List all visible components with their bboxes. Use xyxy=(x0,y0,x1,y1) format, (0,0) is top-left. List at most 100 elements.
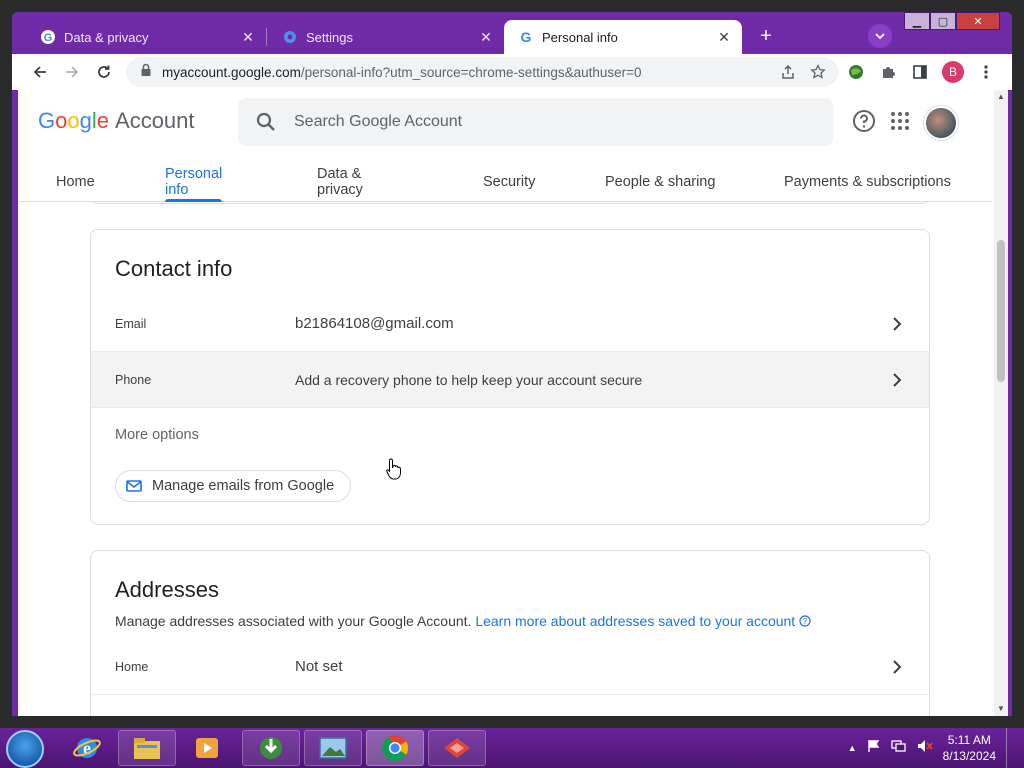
tab-strip: G Data & privacy ✕ Settings ✕ G Personal… xyxy=(12,12,1012,54)
photo-viewer-icon[interactable] xyxy=(304,730,362,766)
url-domain: myaccount.google.com xyxy=(162,64,301,80)
tab-search-button[interactable] xyxy=(868,24,892,48)
profile-avatar-button[interactable]: B xyxy=(942,61,964,83)
internet-explorer-icon[interactable]: e xyxy=(62,730,112,766)
tab-personal-info[interactable]: G Personal info ✕ xyxy=(504,20,742,54)
side-panel-icon[interactable] xyxy=(906,58,934,86)
logo-letter: o xyxy=(55,108,68,133)
share-icon[interactable] xyxy=(776,60,800,84)
show-hidden-icons-icon[interactable]: ▲ xyxy=(848,743,857,753)
svg-text:?: ? xyxy=(803,617,808,626)
google-g-icon: G xyxy=(40,29,56,45)
google-account-header: Google Account Search Google Account Hom… xyxy=(18,90,992,202)
account-avatar[interactable] xyxy=(924,106,958,140)
action-center-flag-icon[interactable] xyxy=(867,739,881,758)
manage-emails-label: Manage emails from Google xyxy=(152,478,335,494)
chevron-down-icon xyxy=(875,33,885,40)
reload-icon xyxy=(98,65,110,78)
addresses-card: Addresses Manage addresses associated wi… xyxy=(90,550,930,716)
google-g-icon: G xyxy=(518,29,534,45)
home-address-row[interactable]: Home Not set xyxy=(91,639,929,695)
close-window-button[interactable]: ✕ xyxy=(956,12,1000,30)
google-account-logo[interactable]: Google Account xyxy=(38,108,195,134)
tab-settings[interactable]: Settings ✕ xyxy=(268,20,504,54)
url-path: /personal-info?utm_source=chrome-setting… xyxy=(300,64,642,80)
tab-personal-info-nav[interactable]: Personal info xyxy=(165,162,223,202)
minimize-button[interactable]: ▁ xyxy=(904,12,930,30)
help-circle-icon[interactable]: ? xyxy=(799,614,811,630)
forward-button[interactable] xyxy=(58,58,86,86)
maximize-button[interactable]: ▢ xyxy=(930,12,956,30)
logo-letter: o xyxy=(67,108,80,133)
email-row[interactable]: Email b21864108@gmail.com xyxy=(91,296,929,352)
contact-info-card: Contact info Email b21864108@gmail.com P… xyxy=(90,229,930,525)
phone-row[interactable]: Phone Add a recovery phone to help keep … xyxy=(91,352,929,408)
media-player-icon[interactable] xyxy=(182,730,232,766)
page-scrollbar[interactable]: ▲ ▼ xyxy=(994,90,1008,716)
tab-home[interactable]: Home xyxy=(56,162,95,202)
address-bar[interactable]: myaccount.google.com/personal-info?utm_s… xyxy=(126,57,838,87)
tab-payments-subscriptions[interactable]: Payments & subscriptions xyxy=(784,162,984,202)
show-desktop-button[interactable] xyxy=(1006,728,1016,768)
system-clock[interactable]: 5:11 AM 8/13/2024 xyxy=(943,732,996,764)
tab-security[interactable]: Security xyxy=(483,162,535,202)
close-icon[interactable]: ✕ xyxy=(240,29,256,45)
svg-text:G: G xyxy=(44,32,53,44)
volume-muted-icon[interactable] xyxy=(917,739,933,758)
row-value: Add a recovery phone to help keep your a… xyxy=(295,371,643,388)
extension-globe-icon[interactable] xyxy=(842,58,870,86)
logo-letter: g xyxy=(79,108,92,133)
new-tab-button[interactable]: + xyxy=(754,24,778,48)
scroll-down-arrow-icon[interactable]: ▼ xyxy=(997,704,1005,713)
window-controls: ▁ ▢ ✕ xyxy=(904,12,1000,32)
scrollbar-thumb[interactable] xyxy=(997,240,1005,382)
lock-icon[interactable] xyxy=(140,63,152,82)
learn-more-link[interactable]: Learn more about addresses saved to your… xyxy=(475,613,795,629)
mail-icon xyxy=(126,480,142,492)
close-icon[interactable]: ✕ xyxy=(716,29,732,45)
page-viewport: Google Account Search Google Account Hom… xyxy=(18,90,1008,716)
file-explorer-icon[interactable] xyxy=(118,730,176,766)
logo-account-text: Account xyxy=(115,108,195,133)
search-placeholder: Search Google Account xyxy=(294,113,463,130)
nav-tab-label: Home xyxy=(56,174,95,190)
row-label: Home xyxy=(115,659,149,674)
help-icon[interactable] xyxy=(852,109,876,138)
menu-kebab-icon[interactable] xyxy=(972,58,1000,86)
extensions-puzzle-icon[interactable] xyxy=(874,58,902,86)
bookmark-star-icon[interactable] xyxy=(806,60,830,84)
more-options-label: More options xyxy=(115,427,199,443)
tab-people-sharing[interactable]: People & sharing xyxy=(605,162,745,202)
manage-emails-button[interactable]: Manage emails from Google xyxy=(115,470,352,502)
nav-tab-label: Data & privacy xyxy=(317,166,363,198)
nav-tab-label: People & sharing xyxy=(605,174,716,190)
system-tray: ▲ 5:11 AM 8/13/2024 xyxy=(848,728,1016,768)
app-red-icon[interactable] xyxy=(428,730,486,766)
arrow-right-icon xyxy=(66,66,79,78)
download-manager-icon[interactable] xyxy=(242,730,300,766)
tab-data-privacy[interactable]: G Data & privacy ✕ xyxy=(26,20,266,54)
row-value: Not set xyxy=(295,658,343,675)
chrome-taskbar-icon[interactable] xyxy=(366,730,424,766)
scroll-up-arrow-icon[interactable]: ▲ xyxy=(997,92,1005,101)
network-icon[interactable] xyxy=(890,739,907,758)
chevron-right-icon xyxy=(889,316,905,332)
omnibox-actions xyxy=(776,60,830,84)
header-actions xyxy=(852,106,958,140)
reload-button[interactable] xyxy=(90,58,118,86)
row-label: Phone xyxy=(115,372,152,387)
chevron-right-icon xyxy=(889,372,905,388)
tab-data-privacy-nav[interactable]: Data & privacy xyxy=(317,162,363,202)
windows-taskbar: e ▲ 5:11 AM 8/13/2024 xyxy=(0,728,1024,768)
start-button[interactable] xyxy=(6,730,44,768)
back-button[interactable] xyxy=(26,58,54,86)
apps-grid-icon[interactable] xyxy=(890,111,910,136)
account-search-input[interactable]: Search Google Account xyxy=(238,98,833,146)
search-icon xyxy=(256,112,275,131)
close-icon[interactable]: ✕ xyxy=(478,29,494,45)
description-text: Manage addresses associated with your Go… xyxy=(115,613,472,629)
page-content: Contact info Email b21864108@gmail.com P… xyxy=(18,188,992,716)
clock-date: 8/13/2024 xyxy=(942,749,996,763)
addresses-description: Manage addresses associated with your Go… xyxy=(115,613,811,630)
settings-gear-icon xyxy=(282,29,298,45)
